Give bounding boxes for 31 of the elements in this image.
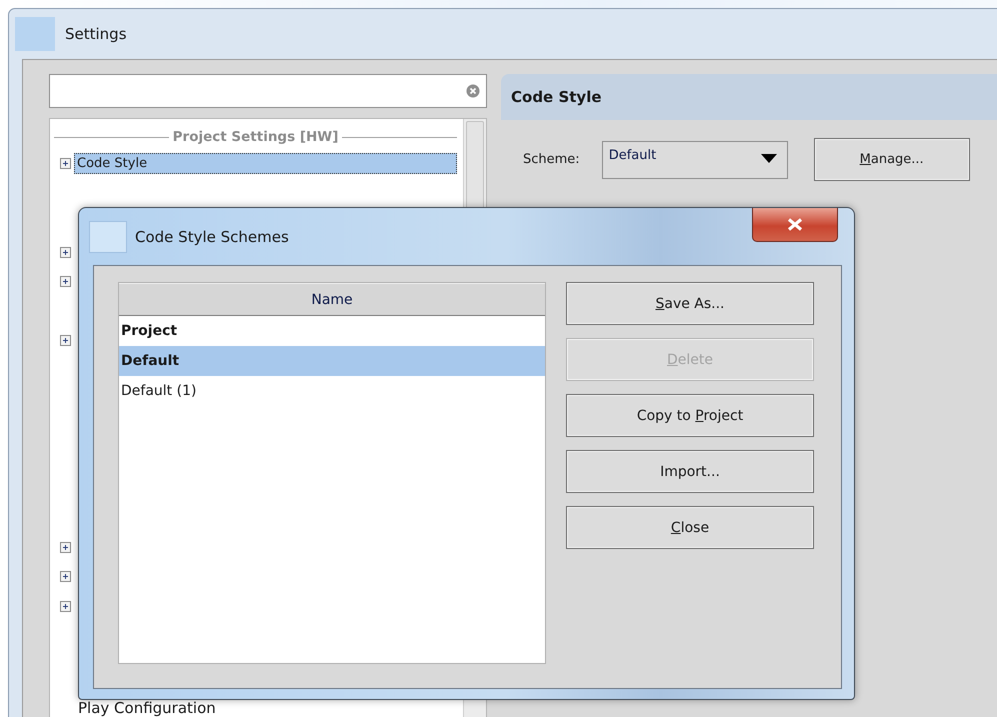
close-button[interactable]	[752, 208, 838, 242]
scheme-row[interactable]: Default (1)	[119, 376, 545, 406]
tree-item[interactable]: Play Configuration	[78, 699, 216, 717]
window-title: Settings	[65, 25, 127, 43]
column-header[interactable]: Name	[119, 283, 545, 316]
close-icon	[787, 218, 803, 231]
dialog-title: Code Style Schemes	[135, 228, 289, 246]
dialog-button[interactable]: Save As...	[566, 282, 814, 325]
expand-icon[interactable]	[60, 542, 71, 553]
panel-title: Code Style	[501, 74, 997, 120]
dialog-icon	[89, 220, 127, 252]
expand-icon[interactable]	[60, 571, 71, 582]
scheme-label: Scheme:	[523, 152, 580, 167]
dialog-button[interactable]: Close	[566, 506, 814, 549]
tree-section-header: Project Settings [HW]	[172, 129, 338, 145]
expand-icon[interactable]	[60, 276, 71, 288]
expand-icon[interactable]	[60, 246, 71, 258]
tree-item[interactable]: Code Style	[74, 153, 457, 174]
manage-button[interactable]: Manage...	[814, 138, 970, 181]
clear-icon[interactable]	[466, 84, 480, 98]
app-icon	[15, 17, 55, 51]
dialog-button[interactable]: Import...	[566, 450, 814, 493]
scheme-row[interactable]: Default	[119, 346, 545, 376]
expand-icon[interactable]	[60, 600, 71, 612]
scheme-dropdown[interactable]: Default	[602, 140, 788, 178]
scheme-row[interactable]: Project	[119, 316, 545, 346]
search-field[interactable]	[49, 74, 487, 108]
expand-icon[interactable]	[60, 158, 71, 170]
expand-icon[interactable]	[60, 335, 71, 346]
dialog-button[interactable]: Copy to Project	[566, 394, 814, 437]
dropdown-arrow-icon	[760, 154, 777, 164]
